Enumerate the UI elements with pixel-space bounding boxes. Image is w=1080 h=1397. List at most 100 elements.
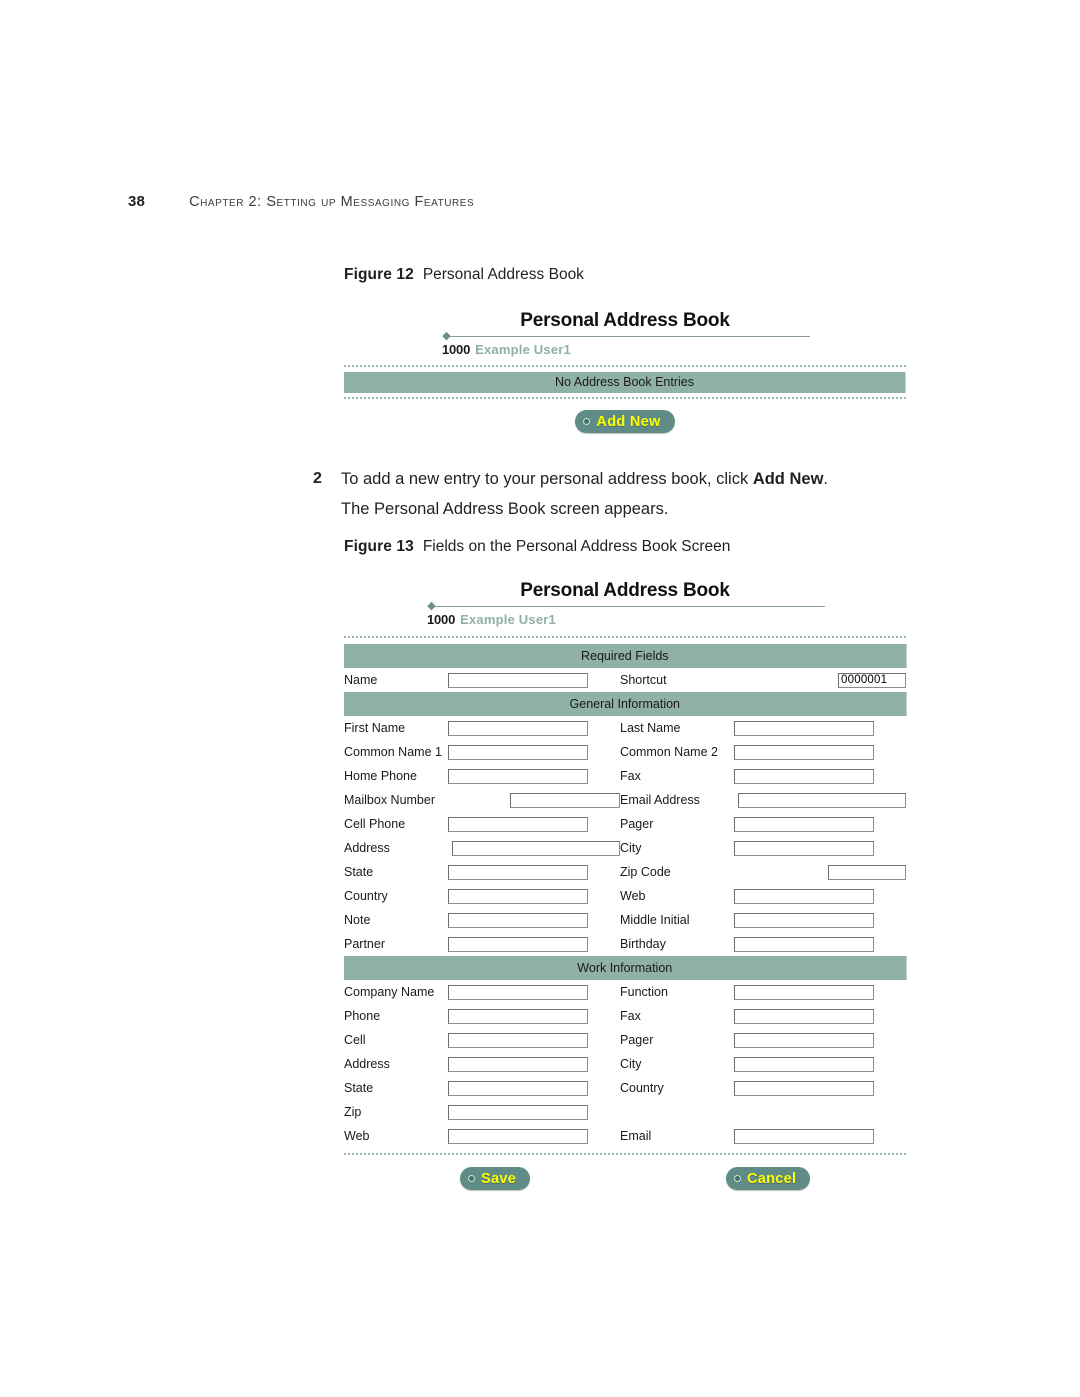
text-input[interactable]: 0000001	[838, 672, 907, 688]
field-label: Web	[344, 1129, 370, 1143]
form-row: Country Web	[344, 884, 906, 908]
crosshair-marker-icon-f13: ◆	[427, 600, 436, 612]
field-input-cell	[448, 716, 620, 740]
text-input[interactable]	[448, 1032, 588, 1048]
form-row: First Name Last Name	[344, 716, 906, 740]
field-input-cell	[734, 788, 907, 812]
field-label: Zip Code	[620, 865, 671, 879]
text-input[interactable]	[828, 864, 907, 880]
form-row: Address City	[344, 836, 906, 860]
text-input[interactable]	[448, 864, 588, 880]
field-label: Common Name 1	[344, 745, 442, 759]
field-input-cell	[448, 908, 620, 932]
field-input-cell	[734, 812, 906, 836]
text-input[interactable]	[734, 888, 874, 904]
text-input[interactable]	[734, 1056, 874, 1072]
field-input-cell	[734, 836, 906, 860]
text-input[interactable]	[448, 912, 588, 928]
text-input[interactable]	[448, 1080, 588, 1096]
text-input[interactable]	[448, 936, 588, 952]
form-row: Note Middle Initial	[344, 908, 906, 932]
text-input[interactable]	[448, 984, 588, 1000]
field-input-cell	[448, 1004, 620, 1028]
form-section-heading-row: General Information	[344, 692, 907, 716]
figure-13-title: Fields on the Personal Address Book Scre…	[422, 538, 731, 555]
text-input[interactable]	[734, 1128, 874, 1144]
text-input[interactable]	[734, 768, 874, 784]
text-input[interactable]	[448, 1128, 588, 1144]
text-input[interactable]	[734, 1008, 874, 1024]
bullet-icon-cancel	[734, 1175, 741, 1182]
text-input[interactable]	[452, 840, 620, 856]
step-text-after: .	[823, 470, 828, 488]
text-input[interactable]	[734, 744, 874, 760]
text-input[interactable]	[734, 816, 874, 832]
form-row: State Zip Code	[344, 860, 907, 884]
procedure-step-2: 2 To add a new entry to your personal ad…	[313, 464, 933, 524]
text-input[interactable]	[448, 768, 588, 784]
field-label: Function	[620, 985, 668, 999]
text-input[interactable]	[738, 792, 907, 808]
field-label: Fax	[620, 769, 641, 783]
field-label: Phone	[344, 1009, 381, 1023]
step-text-before: To add a new entry to your personal addr…	[341, 470, 753, 488]
field-label: Shortcut	[620, 673, 667, 687]
step-text-line2: The Personal Address Book screen appears…	[341, 500, 669, 518]
field-label: Country	[344, 889, 388, 903]
field-label: State	[344, 1081, 374, 1095]
divider-top	[344, 365, 906, 369]
field-input-cell	[448, 1076, 620, 1100]
figure-13-caption: Figure 13 Fields on the Personal Address …	[344, 538, 730, 556]
form-row: Partner Birthday	[344, 932, 906, 956]
text-input[interactable]	[734, 936, 874, 952]
text-input[interactable]	[448, 1104, 588, 1120]
text-input[interactable]	[734, 720, 874, 736]
divider-bottom	[344, 397, 906, 401]
field-label: Middle Initial	[620, 913, 690, 927]
figure-13-number: Figure 13	[344, 538, 414, 555]
field-input-cell	[734, 980, 906, 1004]
field-label: Last Name	[620, 721, 681, 735]
field-label: Email Address	[620, 793, 700, 807]
app-title-f13: Personal Address Book	[520, 580, 730, 601]
text-input[interactable]	[448, 672, 588, 688]
user-id: 1000	[442, 342, 471, 357]
field-label: Country	[620, 1081, 664, 1095]
button-row-f12: Add New	[344, 410, 906, 433]
field-input-cell	[448, 932, 620, 956]
form-row: Address City	[344, 1052, 906, 1076]
field-label: Email	[620, 1129, 652, 1143]
save-button[interactable]: Save	[460, 1167, 531, 1190]
text-input[interactable]	[448, 1056, 588, 1072]
running-head: 38 Chapter 2: Setting up Messaging Featu…	[128, 193, 474, 210]
field-label	[620, 1100, 734, 1124]
text-input[interactable]	[734, 840, 874, 856]
user-name-f13: Example User1	[460, 612, 556, 627]
text-input[interactable]	[448, 1008, 588, 1024]
text-input[interactable]	[734, 1080, 874, 1096]
form-row: Home Phone Fax	[344, 764, 906, 788]
user-id-f13: 1000	[427, 612, 456, 627]
field-input-cell	[734, 932, 906, 956]
text-input[interactable]	[734, 912, 874, 928]
field-input-cell	[448, 812, 620, 836]
text-input[interactable]	[734, 1032, 874, 1048]
text-input[interactable]	[448, 816, 588, 832]
field-label: Zip	[344, 1105, 362, 1119]
cancel-button[interactable]: Cancel	[726, 1167, 811, 1190]
field-input-cell	[734, 740, 906, 764]
field-input-cell	[734, 716, 906, 740]
form-row: Zip	[344, 1100, 906, 1124]
user-line: 1000 Example User1	[440, 341, 810, 358]
header-rule: ◆	[440, 331, 810, 342]
text-input[interactable]	[448, 888, 588, 904]
form-section-heading: Required Fields	[344, 644, 907, 668]
text-input[interactable]	[510, 792, 620, 808]
field-input-cell	[448, 668, 620, 692]
text-input[interactable]	[734, 984, 874, 1000]
text-input[interactable]	[448, 720, 588, 736]
cancel-button-label: Cancel	[747, 1170, 797, 1187]
form-section-heading-row: Required Fields	[344, 644, 907, 668]
text-input[interactable]	[448, 744, 588, 760]
add-new-button[interactable]: Add New	[575, 410, 675, 433]
